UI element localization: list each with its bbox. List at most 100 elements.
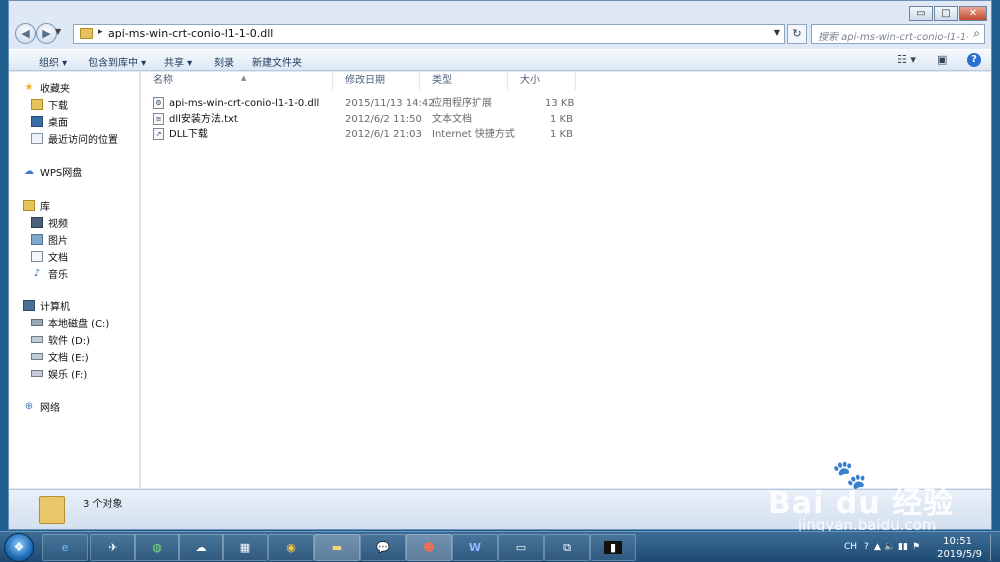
- show-desktop-button[interactable]: [990, 534, 1000, 561]
- minimize-button[interactable]: ▭: [909, 6, 933, 21]
- explorer-window: ▭ □ ✕ ◀ ▶ ▼ ▸ api-ms-win-crt-conio-l1-1-…: [8, 0, 992, 530]
- file-type: 文本文档: [432, 114, 472, 125]
- nav-downloads[interactable]: 下载: [31, 96, 68, 112]
- network-signal-icon[interactable]: ▮▮: [898, 542, 908, 552]
- taskbar-ie[interactable]: e: [42, 534, 88, 561]
- clock-date[interactable]: 2019/5/9: [937, 549, 982, 560]
- file-row[interactable]: ≡ dll安装方法.txt 2012/6/2 11:50 文本文档 1 KB: [153, 112, 573, 127]
- nav-documents[interactable]: 文档: [31, 248, 68, 264]
- desktop-icon: [31, 115, 43, 127]
- nav-videos[interactable]: 视频: [31, 214, 68, 230]
- search-input[interactable]: 搜索 api-ms-win-crt-conio-l1-1-0.dll ⌕: [811, 24, 985, 44]
- nav-drive-f-label: 娱乐 (F:): [48, 369, 88, 381]
- taskbar-app-mask[interactable]: ☻: [406, 534, 452, 561]
- column-modified-label: 修改日期: [345, 75, 385, 86]
- back-button[interactable]: ◀: [15, 23, 36, 44]
- speaker-icon[interactable]: 🔈: [884, 542, 895, 552]
- search-icon: ⌕: [973, 26, 980, 40]
- taskbar-app-green[interactable]: ◍: [134, 534, 180, 561]
- picture-icon: [31, 233, 43, 245]
- taskbar-cmd[interactable]: ▮: [590, 534, 636, 561]
- address-dropdown[interactable]: ▼: [774, 28, 780, 37]
- arrow-right-icon: ▶: [42, 27, 51, 40]
- command-bar: 组织 ▾ 包含到库中 ▾ 共享 ▾ 刻录 新建文件夹 ☷ ▾ ▣ ?: [9, 49, 991, 71]
- taskbar-app-grid[interactable]: ▦: [222, 534, 268, 561]
- show-hidden-icons[interactable]: ▲: [874, 542, 881, 552]
- folder-icon: [80, 28, 93, 39]
- taskbar-explorer[interactable]: ▬: [314, 534, 360, 561]
- taskbar-chrome[interactable]: ◉: [268, 534, 314, 561]
- file-modified: 2015/11/13 14:42: [345, 98, 435, 109]
- folder-icon: [39, 496, 65, 524]
- close-button[interactable]: ✕: [959, 6, 987, 21]
- column-name[interactable]: 名称 ▲: [141, 72, 333, 90]
- organize-button[interactable]: 组织 ▾: [39, 54, 67, 69]
- address-bar-row: ◀ ▶ ▼ ▸ api-ms-win-crt-conio-l1-1-0.dll …: [9, 21, 991, 47]
- taskbar-wechat[interactable]: 💬: [360, 534, 406, 561]
- start-button[interactable]: ❖: [4, 533, 34, 562]
- drive-icon: [31, 335, 43, 343]
- cloud-app-icon: ☁: [195, 541, 207, 554]
- file-row[interactable]: ↗ DLL下载 2012/6/1 21:03 Internet 快捷方式 1 K…: [153, 127, 573, 142]
- internet-explorer-icon: e: [61, 541, 69, 554]
- address-path[interactable]: api-ms-win-crt-conio-l1-1-0.dll: [108, 27, 273, 40]
- chevron-right-icon[interactable]: ▸: [98, 27, 103, 37]
- taskbar-app-bird[interactable]: ✈: [90, 534, 136, 561]
- video-icon: [31, 216, 43, 228]
- recent-places-icon: [31, 132, 43, 144]
- taskbar-word[interactable]: W: [452, 534, 498, 561]
- column-size[interactable]: 大小: [508, 72, 576, 90]
- language-indicator[interactable]: CH: [844, 542, 857, 552]
- forward-button[interactable]: ▶: [36, 23, 57, 44]
- taskbar-app-monitor[interactable]: ▭: [498, 534, 544, 561]
- nav-favorites[interactable]: ★ 收藏夹: [23, 79, 70, 95]
- network-icon: ⊕: [24, 400, 34, 412]
- nav-music[interactable]: ♪ 音乐: [31, 265, 68, 281]
- share-button[interactable]: 共享 ▾: [164, 54, 192, 69]
- nav-network[interactable]: ⊕ 网络: [23, 398, 60, 414]
- column-modified[interactable]: 修改日期: [333, 72, 420, 90]
- nav-desktop[interactable]: 桌面: [31, 113, 68, 129]
- nav-drive-f[interactable]: 娱乐 (F:): [31, 365, 87, 381]
- nav-drive-e[interactable]: 文档 (E:): [31, 348, 89, 364]
- nav-recent-places[interactable]: 最近访问的位置: [31, 130, 118, 146]
- dll-file-icon: ⚙: [153, 97, 164, 109]
- system-drive-icon: [31, 318, 43, 326]
- nav-libraries-label: 库: [40, 201, 50, 213]
- nav-wps-cloud[interactable]: ☁ WPS网盘: [23, 163, 82, 179]
- window-app-icon: ⧉: [563, 541, 571, 554]
- burn-button[interactable]: 刻录: [214, 54, 234, 69]
- taskbar-app-window[interactable]: ⧉: [544, 534, 590, 561]
- arrow-left-icon: ◀: [21, 27, 30, 40]
- file-row[interactable]: ⚙ api-ms-win-crt-conio-l1-1-0.dll 2015/1…: [153, 96, 574, 111]
- nav-drive-c[interactable]: 本地磁盘 (C:): [31, 314, 109, 330]
- include-in-library-button[interactable]: 包含到库中 ▾: [88, 54, 146, 69]
- clock-time[interactable]: 10:51: [943, 536, 972, 547]
- bird-icon: ✈: [108, 541, 118, 554]
- nav-computer[interactable]: 计算机: [23, 297, 70, 313]
- address-box[interactable]: ▸ api-ms-win-crt-conio-l1-1-0.dll ▼: [73, 24, 785, 44]
- nav-recent-label: 最近访问的位置: [48, 134, 118, 146]
- cloud-icon: ☁: [24, 165, 34, 177]
- green-circle-icon: ◍: [152, 541, 162, 554]
- taskbar-app-cloud[interactable]: ☁: [178, 534, 224, 561]
- file-modified: 2012/6/2 11:50: [345, 114, 422, 125]
- download-folder-icon: [31, 98, 43, 110]
- new-folder-button[interactable]: 新建文件夹: [252, 54, 302, 69]
- column-type[interactable]: 类型: [420, 72, 508, 90]
- nav-libraries[interactable]: 库: [23, 197, 50, 213]
- nav-drive-d[interactable]: 软件 (D:): [31, 331, 90, 347]
- flag-icon[interactable]: ⚑: [912, 542, 920, 552]
- file-type: Internet 快捷方式: [432, 129, 515, 140]
- help-icon[interactable]: ?: [967, 53, 981, 67]
- nav-pictures[interactable]: 图片: [31, 231, 68, 247]
- recent-pages-dropdown[interactable]: ▼: [55, 27, 61, 36]
- view-options-button[interactable]: ☷ ▾: [897, 53, 916, 66]
- preview-pane-button[interactable]: ▣: [937, 53, 947, 66]
- word-icon: W: [468, 541, 482, 554]
- nav-wps-label: WPS网盘: [40, 167, 83, 179]
- help-tray-icon[interactable]: ?: [864, 542, 869, 552]
- item-count: 3 个对象: [83, 499, 123, 510]
- refresh-button[interactable]: ↻: [787, 24, 807, 44]
- maximize-button[interactable]: □: [934, 6, 958, 21]
